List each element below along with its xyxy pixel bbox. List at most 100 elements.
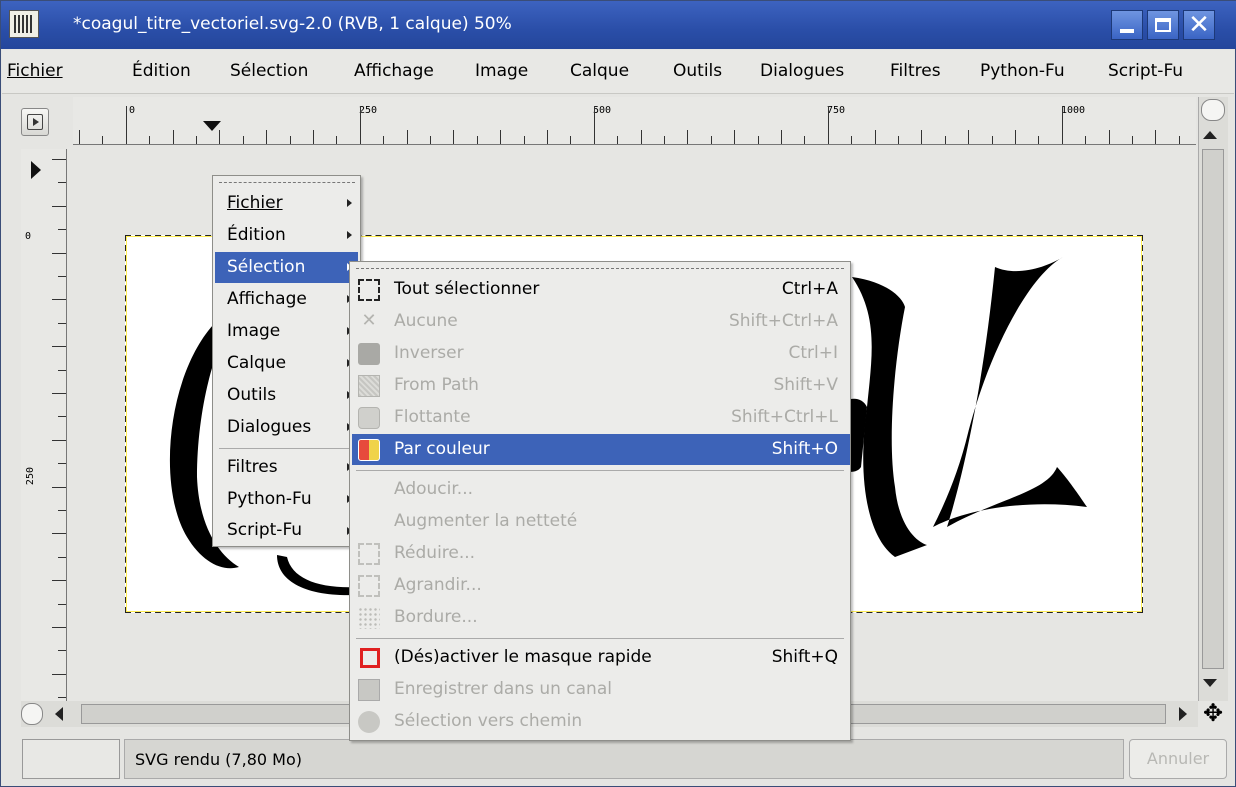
shortcut-label: Shift+Ctrl+L xyxy=(731,407,838,427)
menu-item-float[interactable]: Flottante Shift+Ctrl+L xyxy=(352,402,850,433)
menu-item-feather[interactable]: Adoucir... xyxy=(352,474,850,505)
image-menu-item-script-fu[interactable]: Script-Fu xyxy=(215,516,358,544)
ruler-tick xyxy=(359,106,361,144)
floating-selection-icon xyxy=(358,407,380,429)
menu-item-sharpen[interactable]: Augmenter la netteté xyxy=(352,506,850,537)
menu-item-from-path[interactable]: From Path Shift+V xyxy=(352,370,850,401)
menu-item-select-all[interactable]: Tout sélectionner Ctrl+A xyxy=(352,274,850,305)
menu-affichage[interactable]: Affichage xyxy=(354,61,434,81)
menu-item-quick-mask[interactable]: (Dés)activer le masque rapide Shift+Q xyxy=(352,642,850,673)
menu-fichier[interactable]: Fichier xyxy=(7,61,63,81)
menu-item-invert[interactable]: Inverser Ctrl+I xyxy=(352,338,850,369)
ruler-tick xyxy=(102,136,104,144)
ruler-tick xyxy=(734,130,736,144)
image-menu-item-fichier[interactable]: Fichier xyxy=(215,188,358,219)
pointer-position-marker xyxy=(31,161,41,179)
ruler-tick xyxy=(898,136,899,144)
image-menu-item-selection[interactable]: Sélection xyxy=(215,252,358,283)
ruler-tick xyxy=(1132,136,1133,144)
tear-off-line[interactable] xyxy=(219,182,355,183)
ruler-tick xyxy=(1015,130,1016,144)
menu-dialogues[interactable]: Dialogues xyxy=(760,61,844,81)
image-menu-item-dialogues[interactable]: Dialogues xyxy=(215,412,358,443)
menu-separator xyxy=(356,470,844,471)
ruler-tick xyxy=(242,136,244,144)
zoom-to-fit-button[interactable] xyxy=(1201,99,1225,121)
image-menu-item-image[interactable]: Image xyxy=(215,316,358,347)
menu-item-grow[interactable]: Agrandir... xyxy=(352,570,850,601)
minimize-button[interactable] xyxy=(1111,10,1143,40)
ruler-tick xyxy=(921,130,923,144)
image-menu-item-outils[interactable]: Outils xyxy=(215,380,358,411)
unit-selector[interactable] xyxy=(22,739,120,779)
ruler-tick xyxy=(52,346,66,348)
ruler-tick xyxy=(172,130,174,144)
menu-item-select-none[interactable]: ✕ Aucune Shift+Ctrl+A xyxy=(352,306,850,337)
image-menu-item-calque[interactable]: Calque xyxy=(215,348,358,379)
menu-calque[interactable]: Calque xyxy=(570,61,629,81)
ruler-tick xyxy=(1038,136,1040,144)
image-menu-item-python-fu[interactable]: Python-Fu xyxy=(215,484,358,515)
ruler-label: 1000 xyxy=(1061,105,1086,116)
ruler-label: 250 xyxy=(359,105,378,116)
tear-off-line[interactable] xyxy=(356,268,844,269)
ruler-tick xyxy=(58,369,66,371)
ruler-tick xyxy=(52,252,66,254)
scroll-up-icon[interactable] xyxy=(1203,131,1217,139)
menu-selection[interactable]: Sélection xyxy=(230,61,308,81)
ruler-tick xyxy=(547,130,548,144)
menu-filtres[interactable]: Filtres xyxy=(890,61,941,81)
close-button[interactable]: ✕ xyxy=(1183,10,1215,40)
ruler-tick xyxy=(266,130,268,144)
menu-edition[interactable]: Édition xyxy=(132,61,191,81)
ruler-tick xyxy=(52,159,66,160)
ruler-tick xyxy=(52,205,66,207)
ruler-tick xyxy=(1178,136,1180,144)
status-message: SVG rendu (7,80 Mo) xyxy=(135,750,302,769)
ruler-tick xyxy=(58,650,66,652)
horizontal-ruler[interactable]: 0 250 500 750 1000 xyxy=(73,97,1196,145)
vertical-scroll-thumb[interactable] xyxy=(1202,149,1224,669)
image-menu-item-edition[interactable]: Édition xyxy=(215,220,358,251)
scroll-right-icon[interactable] xyxy=(1179,707,1187,721)
maximize-button[interactable] xyxy=(1147,10,1179,40)
menu-item-by-color[interactable]: Par couleur Shift+O xyxy=(352,434,850,465)
ruler-tick xyxy=(196,136,197,144)
status-field: SVG rendu (7,80 Mo) xyxy=(124,739,1124,779)
scroll-down-icon[interactable] xyxy=(1203,679,1217,687)
menu-image[interactable]: Image xyxy=(475,61,528,81)
shortcut-label: Shift+Ctrl+A xyxy=(728,311,838,331)
minimize-icon xyxy=(1120,29,1134,33)
ruler-tick xyxy=(219,130,221,144)
ruler-tick xyxy=(58,416,66,418)
ruler-tick xyxy=(58,322,66,324)
ruler-tick xyxy=(430,136,431,144)
cancel-button[interactable]: Annuler xyxy=(1129,739,1227,779)
quick-mask-menu-button[interactable] xyxy=(21,108,49,136)
vertical-scrollbar[interactable] xyxy=(1198,97,1228,701)
menu-separator xyxy=(356,638,844,639)
mask-toggle-button[interactable] xyxy=(21,703,43,725)
gimp-app-icon[interactable] xyxy=(9,10,39,38)
image-menu-item-affichage[interactable]: Affichage xyxy=(215,284,358,315)
vertical-ruler[interactable]: 0 250 xyxy=(21,149,67,701)
ruler-tick xyxy=(804,136,806,144)
menu-item-border[interactable]: Bordure... xyxy=(352,602,850,633)
save-to-channel-icon xyxy=(358,679,380,701)
menu-script-fu[interactable]: Script-Fu xyxy=(1108,61,1183,81)
gimp-image-window: *coagul_titre_vectoriel.svg-2.0 (RVB, 1 … xyxy=(0,0,1236,787)
menu-item-save-to-channel[interactable]: Enregistrer dans un canal xyxy=(352,674,850,705)
scroll-left-icon[interactable] xyxy=(55,707,63,721)
navigate-icon[interactable]: ✥ xyxy=(1199,699,1227,727)
menu-python-fu[interactable]: Python-Fu xyxy=(980,61,1065,81)
menu-item-shrink[interactable]: Réduire... xyxy=(352,538,850,569)
menu-outils[interactable]: Outils xyxy=(673,61,722,81)
menu-item-to-path[interactable]: Sélection vers chemin xyxy=(352,706,850,737)
ruler-tick xyxy=(1108,130,1110,144)
ruler-tick xyxy=(79,130,80,144)
ruler-tick xyxy=(52,580,66,582)
image-menu-item-filtres[interactable]: Filtres xyxy=(215,452,358,483)
ruler-tick xyxy=(664,136,665,144)
ruler-tick xyxy=(757,136,759,144)
shortcut-label: Shift+V xyxy=(773,375,838,395)
